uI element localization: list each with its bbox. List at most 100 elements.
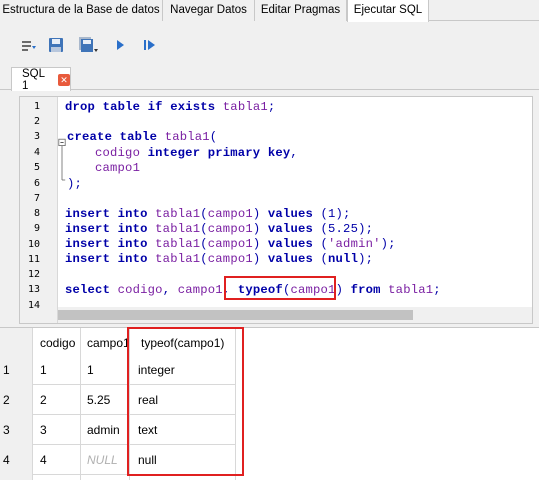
keyword: values	[267, 252, 313, 266]
column-divider	[80, 328, 81, 480]
literal: null	[328, 252, 359, 266]
punctuation: )	[252, 237, 261, 251]
punctuation: );	[380, 237, 396, 251]
highlight-typeof-column	[127, 327, 244, 476]
punctuation: (	[200, 252, 208, 266]
code-line-4: codigo integer primary key,	[95, 146, 298, 160]
identifier: tabla1	[155, 237, 201, 251]
editor-tab-sql-1[interactable]: SQL 1 ✕	[11, 67, 71, 92]
code-line-8: insert into tabla1(campo1) values (1);	[65, 207, 351, 221]
line-number: 11	[27, 254, 40, 265]
keyword: drop table if exists	[65, 100, 216, 114]
line-number: 7	[33, 193, 40, 204]
literal: 1	[328, 207, 336, 221]
code-line-1: drop table if exists tabla1;	[65, 100, 275, 114]
line-number: 9	[33, 223, 40, 234]
cell-codigo[interactable]: 3	[40, 423, 47, 437]
tab-database-structure[interactable]: Estructura de la Base de datos	[0, 0, 163, 21]
tab-edit-pragmas[interactable]: Editar Pragmas	[255, 0, 347, 21]
editor-tab-strip: SQL 1 ✕	[0, 66, 539, 92]
identifier: tabla1	[155, 252, 201, 266]
punctuation: );	[67, 177, 83, 191]
punctuation: (	[200, 222, 208, 236]
punctuation: (	[209, 130, 218, 144]
highlight-typeof-expression	[224, 276, 336, 300]
column-header-campo1[interactable]: campo1	[87, 328, 130, 359]
identifier: tabla1	[222, 100, 268, 114]
cell-codigo[interactable]: 1	[40, 363, 47, 377]
column-header-codigo[interactable]: codigo	[40, 328, 75, 359]
results-grid[interactable]: codigo campo1 typeof(campo1) 1 1 1 integ…	[0, 327, 539, 480]
cell-campo1-null[interactable]: NULL	[87, 453, 118, 467]
punctuation: );	[358, 252, 374, 266]
punctuation: ;	[267, 100, 276, 114]
code-line-6: );	[67, 177, 82, 191]
open-tabs-icon[interactable]	[20, 36, 38, 54]
code-line-10: insert into tabla1(campo1) values ('admi…	[65, 237, 396, 251]
scrollbar-thumb[interactable]	[58, 310, 413, 320]
punctuation: ,	[162, 283, 171, 297]
keyword: insert into	[65, 207, 148, 221]
line-number: 14	[27, 300, 40, 311]
code-line-3: create table tabla1(	[67, 130, 217, 144]
editor-horizontal-scrollbar[interactable]	[58, 307, 532, 323]
punctuation: )	[252, 252, 261, 266]
cell-campo1[interactable]: admin	[87, 423, 120, 437]
punctuation: ,	[290, 146, 298, 160]
identifier: campo1	[95, 161, 141, 175]
execute-all-icon[interactable]	[111, 36, 129, 54]
line-number-gutter: 1 2 3 4 5 6 7 8 9 10 11 12 13 14	[20, 97, 58, 323]
line-number: 1	[33, 101, 40, 112]
save-sql-icon[interactable]	[47, 36, 65, 54]
identifier: campo1	[207, 222, 253, 236]
identifier: campo1	[207, 252, 253, 266]
close-icon[interactable]: ✕	[58, 73, 70, 86]
row-number: 4	[3, 453, 10, 467]
literal: 5.25	[328, 222, 359, 236]
line-number: 4	[33, 147, 40, 158]
save-results-icon[interactable]	[78, 36, 100, 54]
identifier: tabla1	[164, 130, 210, 144]
punctuation: )	[252, 222, 261, 236]
punctuation: )	[252, 207, 261, 221]
punctuation: )	[335, 283, 344, 297]
execute-current-icon[interactable]	[141, 36, 159, 54]
cell-campo1[interactable]: 5.25	[87, 393, 110, 407]
code-line-5: campo1	[95, 161, 140, 175]
identifier: campo1	[207, 237, 253, 251]
punctuation: (	[320, 252, 329, 266]
line-number: 12	[27, 269, 40, 280]
fold-toggle-icon[interactable]	[58, 131, 66, 189]
line-number: 2	[33, 116, 40, 127]
keyword: values	[267, 207, 313, 221]
keyword: values	[267, 237, 313, 251]
tab-execute-sql[interactable]: Ejecutar SQL	[347, 0, 429, 22]
punctuation: (	[320, 237, 329, 251]
main-tab-bar: Estructura de la Base de datos Navegar D…	[0, 0, 539, 22]
keyword: integer primary key	[147, 146, 291, 160]
code-line-11: insert into tabla1(campo1) values (null)…	[65, 252, 373, 266]
identifier: campo1	[207, 207, 253, 221]
punctuation: (	[320, 207, 329, 221]
identifier: codigo	[95, 146, 141, 160]
keyword: insert into	[65, 237, 148, 251]
keyword: insert into	[65, 252, 148, 266]
sql-toolbar	[0, 22, 539, 66]
cell-campo1[interactable]: 1	[87, 363, 94, 377]
punctuation: );	[358, 222, 374, 236]
keyword: insert into	[65, 222, 148, 236]
identifier: tabla1	[388, 283, 434, 297]
row-number: 1	[3, 363, 10, 377]
cell-codigo[interactable]: 2	[40, 393, 47, 407]
tab-browse-data[interactable]: Navegar Datos	[163, 0, 255, 21]
identifier: tabla1	[155, 222, 201, 236]
line-number: 8	[33, 208, 40, 219]
line-number: 10	[27, 239, 40, 250]
keyword: from	[350, 283, 381, 297]
row-number: 2	[3, 393, 10, 407]
line-number: 6	[33, 178, 40, 189]
line-number: 13	[27, 284, 40, 295]
cell-codigo[interactable]: 4	[40, 453, 47, 467]
literal: 'admin'	[328, 237, 381, 251]
punctuation: (	[200, 237, 208, 251]
